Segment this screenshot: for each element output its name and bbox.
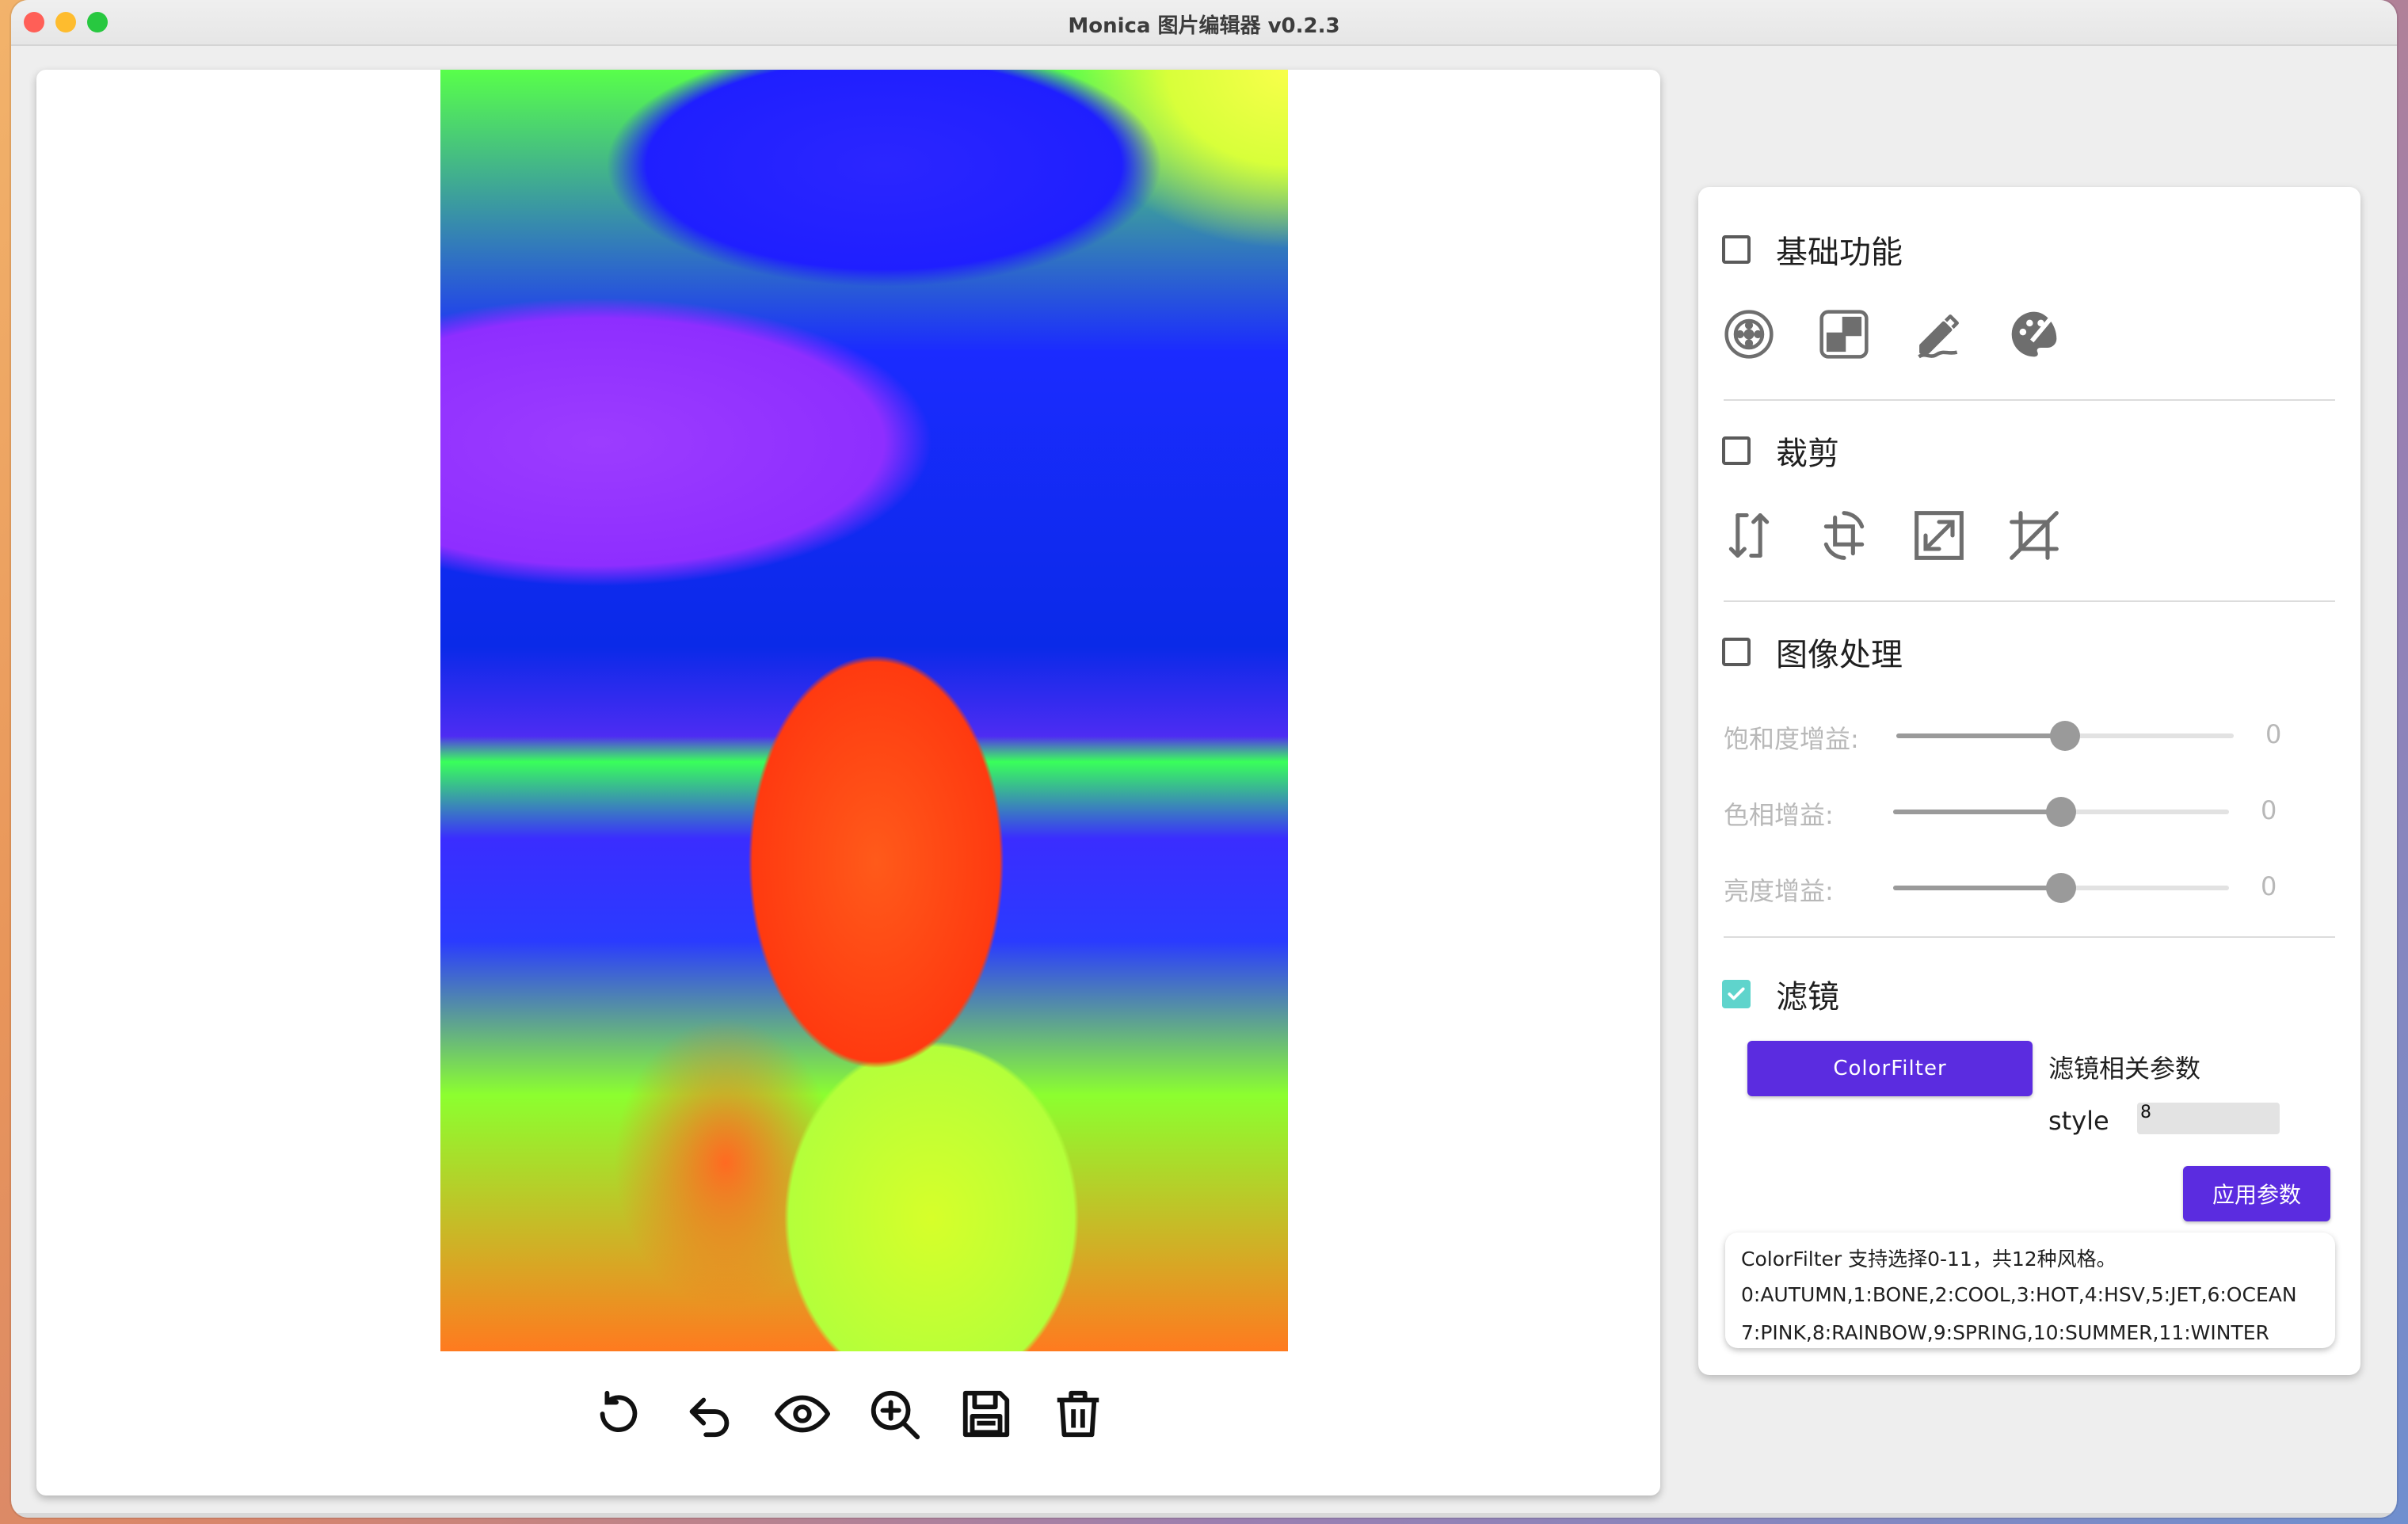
save-button[interactable]: [957, 1385, 1015, 1443]
rotate-button[interactable]: [589, 1385, 648, 1443]
window-bottom-edge: [11, 1513, 2397, 1518]
edited-photo: [440, 70, 1288, 1351]
basic-checkbox[interactable]: [1722, 235, 1751, 264]
saturation-label: 饱和度增益:: [1724, 724, 1859, 754]
info-line: ColorFilter 支持选择0-11，共12种风格。: [1741, 1248, 2117, 1271]
style-input[interactable]: [2137, 1103, 2280, 1134]
crop-section-header: 裁剪: [1722, 428, 1839, 474]
color-filter-button[interactable]: ColorFilter: [1747, 1041, 2033, 1096]
delete-icon: [1057, 1390, 1099, 1438]
undo-button[interactable]: [681, 1385, 740, 1443]
crop-checkbox[interactable]: [1722, 436, 1751, 465]
divider: [1724, 600, 2335, 602]
window-title: Monica 图片编辑器 v0.2.3: [1068, 14, 1340, 38]
blur-icon[interactable]: [1722, 307, 1776, 361]
saturation-value: 0: [2265, 719, 2282, 749]
brightness-slider-row: 亮度增益: 0: [1724, 863, 2335, 911]
checkmark-icon: [1728, 987, 1745, 1000]
image-processing-section-title: 图像处理: [1776, 637, 1903, 673]
mosaic-icon[interactable]: [1817, 307, 1871, 361]
brightness-slider-fill: [1893, 886, 2061, 890]
hue-value: 0: [2261, 795, 2277, 825]
crop-icon[interactable]: [2007, 509, 2061, 562]
saturation-slider[interactable]: [1896, 721, 2234, 751]
basic-section-header: 基础功能: [1722, 227, 1903, 272]
filter-params-title: 滤镜相关参数: [2048, 1053, 2201, 1084]
filter-checkbox[interactable]: [1722, 980, 1751, 1008]
filter-info-box: ColorFilter 支持选择0-11，共12种风格。 0:AUTUMN,1:…: [1725, 1233, 2335, 1348]
doodle-icon[interactable]: [1912, 307, 1966, 361]
image-canvas-card: [36, 70, 1660, 1495]
zoom-in-icon: [871, 1390, 920, 1440]
hue-slider-fill: [1893, 810, 2061, 814]
zoom-in-button[interactable]: [865, 1385, 924, 1443]
preview-button[interactable]: [773, 1385, 832, 1443]
delete-button[interactable]: [1049, 1385, 1107, 1443]
hue-slider-row: 色相增益: 0: [1724, 787, 2335, 835]
filter-section-header: 滤镜: [1722, 971, 1839, 1017]
brightness-label: 亮度增益:: [1724, 876, 1834, 906]
filter-section-title: 滤镜: [1776, 979, 1839, 1015]
color-palette-icon[interactable]: [2007, 307, 2061, 361]
saturation-slider-fill: [1896, 733, 2065, 738]
crop-section-title: 裁剪: [1776, 436, 1839, 472]
hue-label: 色相增益:: [1724, 800, 1834, 830]
info-line: 7:PINK,8:RAINBOW,9:SPRING,10:SUMMER,11:W…: [1741, 1321, 2269, 1344]
style-label: style: [2048, 1106, 2109, 1136]
info-line: 0:AUTUMN,1:BONE,2:COOL,3:HOT,4:HSV,5:JET…: [1741, 1283, 2297, 1306]
image-processing-section-header: 图像处理: [1722, 629, 1903, 675]
brightness-slider[interactable]: [1893, 873, 2229, 903]
apply-params-button[interactable]: 应用参数: [2183, 1166, 2330, 1221]
saturation-slider-thumb[interactable]: [2050, 721, 2080, 751]
flip-icon[interactable]: [1722, 509, 1776, 562]
app-window: Monica 图片编辑器 v0.2.3 基础功能 裁剪 图像处理 饱和度增益: …: [11, 0, 2397, 1518]
hue-slider-thumb[interactable]: [2046, 797, 2076, 827]
brightness-value: 0: [2261, 871, 2277, 901]
resize-icon[interactable]: [1912, 509, 1966, 562]
settings-panel: 基础功能 裁剪 图像处理 饱和度增益: 0 色相增益: 0 亮度增益: 0 滤镜…: [1698, 187, 2360, 1375]
basic-section-title: 基础功能: [1776, 234, 1903, 271]
brightness-slider-thumb[interactable]: [2046, 873, 2076, 903]
basic-tools-row: [1722, 307, 2061, 361]
divider: [1724, 936, 2335, 938]
crop-tools-row: [1722, 509, 2061, 562]
undo-icon: [689, 1397, 730, 1438]
rotate-crop-icon[interactable]: [1817, 509, 1871, 562]
hue-slider[interactable]: [1893, 797, 2229, 827]
divider: [1724, 399, 2335, 401]
title-bar: Monica 图片编辑器 v0.2.3: [11, 0, 2397, 46]
image-processing-checkbox[interactable]: [1722, 638, 1751, 666]
image-toolbar: [36, 1385, 1660, 1448]
saturation-slider-row: 饱和度增益: 0: [1724, 711, 2335, 759]
rotate-icon: [600, 1390, 638, 1432]
preview-eye-icon: [775, 1395, 830, 1433]
save-icon: [962, 1390, 1010, 1438]
